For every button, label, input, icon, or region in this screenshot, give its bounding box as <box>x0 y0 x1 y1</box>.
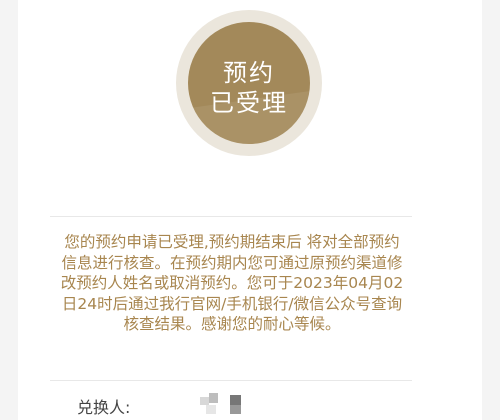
status-message: 您的预约申请已受理,预约期结束后 将对全部预约信息进行核查。在预约期内您可通过原… <box>60 233 404 333</box>
redacted-name <box>200 393 246 415</box>
status-badge-line2: 已受理 <box>210 89 288 117</box>
status-badge-text: 预约 已受理 <box>188 58 310 118</box>
top-divider <box>50 216 412 217</box>
exchanger-label: 兑换人: <box>77 398 131 417</box>
status-badge-ring: 预约 已受理 <box>176 10 322 156</box>
status-badge-line1: 预约 <box>223 59 275 87</box>
status-badge: 预约 已受理 <box>188 22 310 144</box>
bottom-divider <box>50 380 412 381</box>
reservation-card: 预约 已受理 <box>18 0 482 420</box>
